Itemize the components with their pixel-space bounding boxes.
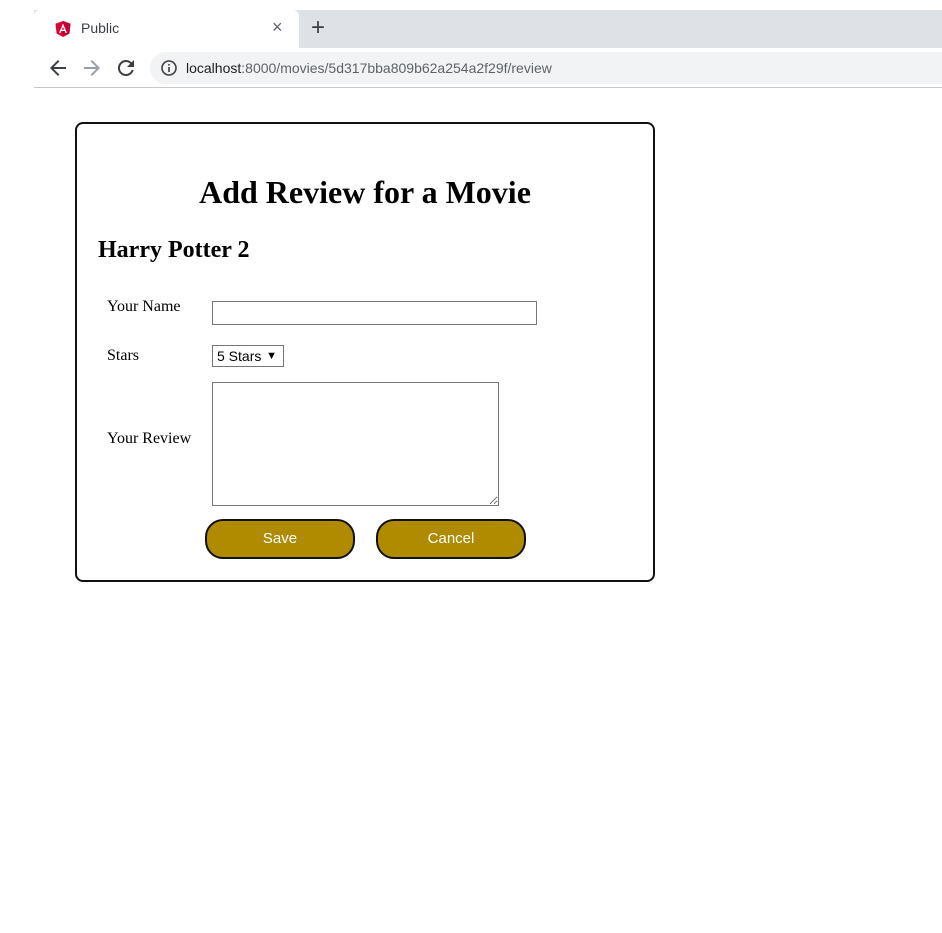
close-tab-icon[interactable]: × [272,17,283,38]
tab-strip: Public × + [34,10,942,48]
page-title: Add Review for a Movie [199,174,531,210]
url-host: localhost [186,60,242,76]
browser-toolbar: localhost:8000/movies/5d317bba809b62a254… [34,48,942,88]
dropdown-arrow-icon: ▼ [266,350,277,362]
info-icon[interactable] [160,59,178,77]
tab-title: Public [81,20,120,36]
cancel-button[interactable]: Cancel [376,519,526,559]
back-arrow-icon[interactable] [46,56,70,80]
reload-icon[interactable] [114,56,138,80]
new-tab-button[interactable]: + [311,14,325,42]
save-button[interactable]: Save [205,519,355,559]
review-textarea[interactable] [212,382,499,506]
browser-tab[interactable]: Public × [34,10,299,48]
stars-label: Stars [107,347,139,364]
movie-title: Harry Potter 2 [98,237,250,263]
url-path: :8000/movies/5d317bba809b62a254a2f29f/re… [241,60,552,76]
angular-logo-icon [55,21,71,37]
name-label: Your Name [107,298,181,315]
name-input[interactable] [212,301,537,325]
review-label: Your Review [107,430,192,447]
review-form-card: Add Review for a Movie Harry Potter 2 Yo… [75,122,655,582]
stars-selected-value: 5 Stars [217,348,262,364]
stars-select[interactable]: 5 Stars ▼ [212,345,284,367]
url-text: localhost:8000/movies/5d317bba809b62a254… [186,60,552,76]
forward-arrow-icon[interactable] [80,56,104,80]
address-bar[interactable]: localhost:8000/movies/5d317bba809b62a254… [150,52,942,84]
